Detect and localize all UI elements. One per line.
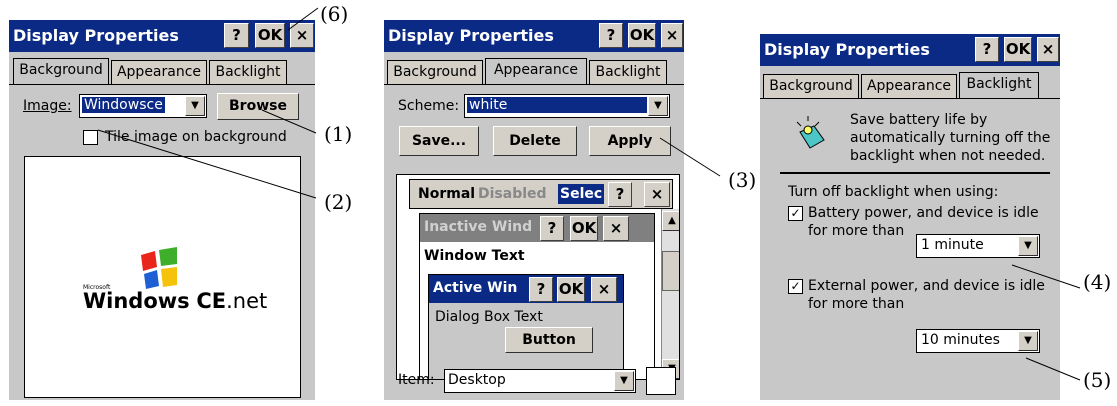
callout-6: (6): [320, 2, 349, 26]
callout-4: (4): [1083, 270, 1112, 294]
callout-2: (2): [324, 190, 353, 214]
callout-1: (1): [324, 122, 353, 146]
callout-lines: [97, 7, 1081, 381]
callout-5: (5): [1083, 368, 1112, 392]
callout-3: (3): [728, 168, 757, 192]
